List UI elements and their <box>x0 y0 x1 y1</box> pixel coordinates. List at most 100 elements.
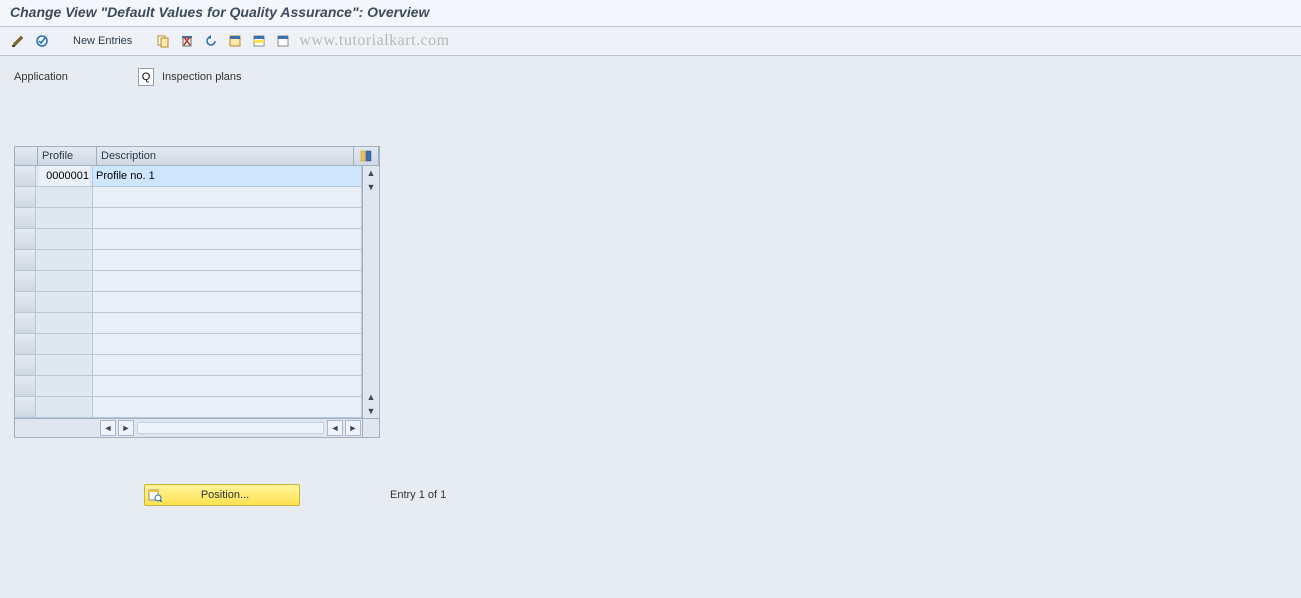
profile-input[interactable] <box>39 313 89 333</box>
row-selector[interactable] <box>15 187 36 207</box>
scroll-right-icon[interactable]: ► <box>118 420 134 436</box>
select-all-rows-header[interactable] <box>15 147 38 165</box>
profile-input[interactable] <box>39 250 89 270</box>
scroll-right2-icon[interactable]: ► <box>345 420 361 436</box>
row-selector[interactable] <box>15 397 36 417</box>
hscroll-track[interactable] <box>137 422 324 434</box>
row-selector[interactable] <box>15 355 36 375</box>
scroll-down2-icon[interactable]: ▼ <box>363 404 379 418</box>
profile-cell <box>36 355 93 375</box>
copy-as-icon[interactable] <box>153 31 173 51</box>
entry-count-label: Entry 1 of 1 <box>390 489 446 501</box>
row-selector[interactable] <box>15 313 36 333</box>
description-input[interactable] <box>93 334 361 354</box>
profile-cell <box>36 229 93 249</box>
scroll-down-icon[interactable]: ▼ <box>363 180 379 194</box>
description-cell <box>93 292 362 312</box>
scroll-up-icon[interactable]: ▲ <box>363 166 379 180</box>
description-input[interactable] <box>93 292 361 312</box>
description-cell <box>93 355 362 375</box>
table-header: Profile Description <box>15 147 379 166</box>
profile-input[interactable] <box>39 166 89 186</box>
undo-change-icon[interactable] <box>201 31 221 51</box>
description-cell <box>93 229 362 249</box>
content-area: Application Inspection plans Profile Des… <box>0 56 1301 518</box>
row-selector[interactable] <box>15 292 36 312</box>
table-settings-icon[interactable] <box>354 147 379 165</box>
column-header-description[interactable]: Description <box>97 147 354 165</box>
application-field-row: Application Inspection plans <box>14 68 1287 86</box>
profile-cell <box>36 208 93 228</box>
description-input[interactable] <box>93 187 361 207</box>
profile-input[interactable] <box>39 208 89 228</box>
table-row <box>15 313 362 334</box>
description-input[interactable] <box>93 250 361 270</box>
select-all-icon[interactable] <box>225 31 245 51</box>
row-selector[interactable] <box>15 166 36 186</box>
row-selector[interactable] <box>15 376 36 396</box>
profile-cell <box>36 313 93 333</box>
profile-cell <box>36 397 93 417</box>
table-row <box>15 292 362 313</box>
description-cell <box>93 376 362 396</box>
display-change-toggle-icon[interactable] <box>8 31 28 51</box>
delete-icon[interactable] <box>177 31 197 51</box>
row-selector[interactable] <box>15 334 36 354</box>
description-input[interactable] <box>93 313 361 333</box>
table-row <box>15 355 362 376</box>
row-selector[interactable] <box>15 208 36 228</box>
profile-cell <box>36 250 93 270</box>
scroll-left2-icon[interactable]: ◄ <box>327 420 343 436</box>
profile-input[interactable] <box>39 292 89 312</box>
row-selector[interactable] <box>15 250 36 270</box>
profile-input[interactable] <box>39 271 89 291</box>
position-button[interactable]: Position... <box>144 484 300 506</box>
profile-cell <box>36 292 93 312</box>
description-input[interactable] <box>93 355 361 375</box>
application-input[interactable] <box>138 68 154 86</box>
checked-set-icon[interactable] <box>32 31 52 51</box>
new-entries-button[interactable]: New Entries <box>66 32 139 50</box>
table-row <box>15 250 362 271</box>
table-row <box>15 229 362 250</box>
scroll-up2-icon[interactable]: ▲ <box>363 390 379 404</box>
description-cell <box>93 271 362 291</box>
profile-cell <box>36 271 93 291</box>
description-input[interactable] <box>93 208 361 228</box>
description-input[interactable] <box>93 271 361 291</box>
description-input[interactable] <box>93 397 361 417</box>
description-cell <box>93 313 362 333</box>
app-toolbar: New Entries www.tutorialkart.com <box>0 27 1301 56</box>
page-title: Change View "Default Values for Quality … <box>0 0 1301 27</box>
profile-cell <box>36 166 93 186</box>
profile-input[interactable] <box>39 229 89 249</box>
column-header-profile[interactable]: Profile <box>38 147 97 165</box>
description-input[interactable] <box>93 229 361 249</box>
row-selector[interactable] <box>15 271 36 291</box>
description-cell <box>93 397 362 417</box>
horizontal-scrollbar: ◄ ► ◄ ► <box>15 418 379 437</box>
description-cell <box>93 334 362 354</box>
profile-input[interactable] <box>39 397 89 417</box>
description-input[interactable] <box>93 166 361 186</box>
description-cell <box>93 208 362 228</box>
row-selector[interactable] <box>15 229 36 249</box>
scroll-left-icon[interactable]: ◄ <box>100 420 116 436</box>
table-row <box>15 334 362 355</box>
profiles-table: Profile Description ▲ ▼ ▲ ▼ ◄ ► ◄ ► <box>14 146 380 438</box>
vertical-scrollbar[interactable]: ▲ ▼ ▲ ▼ <box>362 166 379 418</box>
description-input[interactable] <box>93 376 361 396</box>
profile-cell <box>36 187 93 207</box>
profile-input[interactable] <box>39 334 89 354</box>
table-row <box>15 271 362 292</box>
description-cell <box>93 187 362 207</box>
table-row <box>15 208 362 229</box>
profile-cell <box>36 334 93 354</box>
profile-input[interactable] <box>39 187 89 207</box>
select-block-icon[interactable] <box>249 31 269 51</box>
deselect-all-icon[interactable] <box>273 31 293 51</box>
table-row <box>15 376 362 397</box>
profile-input[interactable] <box>39 376 89 396</box>
table-row <box>15 397 362 418</box>
profile-input[interactable] <box>39 355 89 375</box>
